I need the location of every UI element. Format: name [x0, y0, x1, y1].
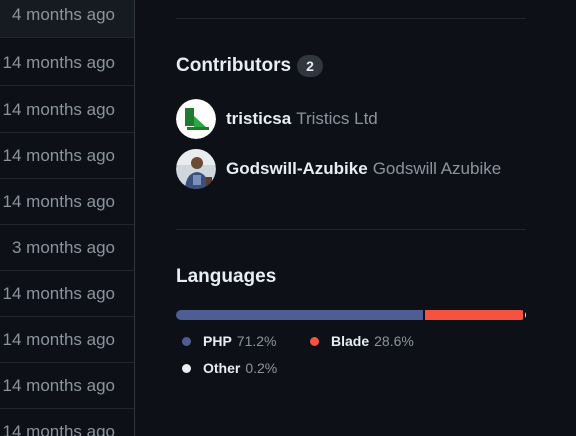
- commit-age: 3 months ago: [11, 237, 115, 257]
- file-row[interactable]: 14 months ago: [0, 179, 134, 225]
- file-row[interactable]: 14 months ago: [0, 87, 134, 133]
- repo-page: 4 months ago 14 months ago 14 months ago…: [0, 0, 576, 436]
- contributor-name: Godswill Azubike: [372, 159, 502, 178]
- file-row[interactable]: 14 months ago: [0, 409, 134, 436]
- file-row[interactable]: 14 months ago: [0, 317, 134, 363]
- commit-age: 14 months ago: [2, 52, 115, 72]
- commit-age: 14 months ago: [2, 421, 115, 436]
- commit-age: 14 months ago: [2, 99, 115, 119]
- language-bar-segment-other[interactable]: [525, 310, 526, 320]
- contributors-title: Contributors: [176, 55, 292, 76]
- language-bar: [176, 310, 526, 320]
- file-row[interactable]: 14 months ago: [0, 133, 134, 179]
- contributor-item[interactable]: tristicsa Tristics Ltd: [176, 99, 378, 139]
- language-item-other[interactable]: Other 0.2%: [182, 360, 277, 376]
- file-list: 4 months ago 14 months ago 14 months ago…: [0, 0, 135, 436]
- language-name: Other: [203, 360, 241, 376]
- language-percent: 0.2%: [245, 360, 278, 376]
- language-percent: 28.6%: [374, 333, 414, 349]
- language-color-dot: [310, 336, 319, 346]
- commit-age: 14 months ago: [2, 283, 115, 303]
- languages-title: Languages: [176, 266, 277, 287]
- about-sidebar: Contributors 2 tristicsa Tristics Ltd Go…: [176, 0, 526, 436]
- tristics-logo-icon[interactable]: [176, 99, 216, 139]
- file-row[interactable]: 4 months ago: [0, 0, 134, 38]
- languages-heading: Languages: [176, 264, 276, 290]
- contributor-login[interactable]: Godswill-Azubike: [226, 159, 368, 179]
- file-row[interactable]: 14 months ago: [0, 40, 134, 86]
- language-bar-segment-php[interactable]: [176, 310, 424, 320]
- language-name: Blade: [331, 333, 370, 349]
- user-photo-avatar[interactable]: [176, 149, 216, 189]
- commit-age: 14 months ago: [2, 329, 115, 349]
- language-color-dot: [182, 363, 191, 373]
- file-row[interactable]: 14 months ago: [0, 363, 134, 409]
- contributor-item[interactable]: Godswill-Azubike Godswill Azubike: [176, 149, 501, 189]
- language-item-php[interactable]: PHP 71.2%: [182, 333, 277, 349]
- contributors-heading[interactable]: Contributors 2: [176, 53, 324, 79]
- commit-age: 14 months ago: [2, 191, 115, 211]
- commit-age: 14 months ago: [2, 375, 115, 395]
- language-bar-segment-blade[interactable]: [425, 310, 524, 320]
- language-name: PHP: [203, 333, 232, 349]
- commit-age: 4 months ago: [11, 4, 115, 24]
- file-row[interactable]: 3 months ago: [0, 225, 134, 271]
- contributors-count-badge: 2: [297, 55, 324, 77]
- section-divider: [176, 229, 526, 230]
- contributor-login[interactable]: tristicsa: [226, 109, 291, 129]
- language-color-dot: [182, 336, 191, 346]
- language-percent: 71.2%: [236, 333, 277, 349]
- contributor-name: Tristics Ltd: [296, 109, 378, 128]
- section-divider: [176, 18, 526, 19]
- language-item-blade[interactable]: Blade 28.6%: [310, 333, 414, 349]
- file-row[interactable]: 14 months ago: [0, 271, 134, 317]
- commit-age: 14 months ago: [2, 145, 115, 165]
